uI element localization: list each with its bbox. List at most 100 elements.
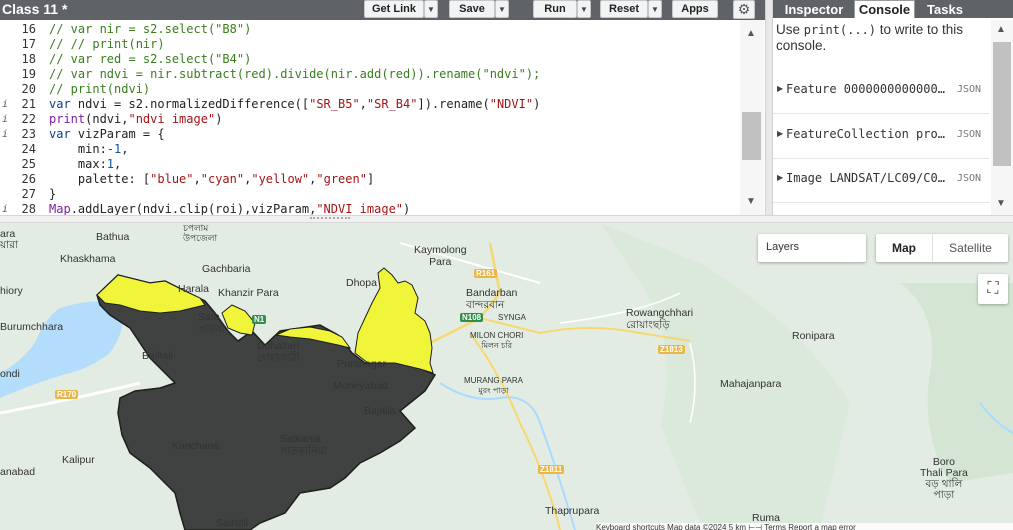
code-line[interactable]: 25 max:1, xyxy=(0,157,740,172)
line-number: 23 xyxy=(21,127,36,141)
console-hint-code: print(...) xyxy=(803,23,877,37)
tab-inspector[interactable]: Inspector xyxy=(775,0,853,18)
console-scroll-thumb[interactable] xyxy=(993,42,1011,166)
map-view[interactable]: Bathua চপলাম উপজেলা Kaymolong Para Khask… xyxy=(0,223,1013,530)
line-number: 16 xyxy=(21,22,36,36)
code-line[interactable]: 20 // print(ndvi) xyxy=(0,82,740,97)
map-label: Bailtali xyxy=(142,350,173,362)
map-label: Harala xyxy=(178,283,209,295)
road-shield: N1 xyxy=(252,315,267,324)
scroll-up-icon[interactable]: ▲ xyxy=(746,28,756,39)
layers-button[interactable]: Layers xyxy=(758,234,866,262)
console-entry[interactable]: ▶ Feature 0000000000000000... JSON xyxy=(773,70,990,114)
code-line[interactable]: 26 palette: ["blue","cyan","yellow","gre… xyxy=(0,172,740,187)
scroll-down-icon[interactable]: ▼ xyxy=(746,196,756,207)
code-line[interactable]: i 23 var vizParam = { xyxy=(0,127,740,142)
json-link[interactable]: JSON xyxy=(957,129,981,140)
vertical-splitter[interactable] xyxy=(765,0,773,216)
code-line[interactable]: 17 // // print(nir) xyxy=(0,37,740,52)
river xyxy=(0,301,124,398)
console-entry[interactable]: ▶ Image LANDSAT/LC09/C02/T1_L2 JSON xyxy=(773,159,990,203)
run-dropdown[interactable]: ▼ xyxy=(577,0,591,18)
code-line[interactable]: i 21 var ndvi = s2.normalizedDifference(["… xyxy=(0,97,740,112)
expand-triangle-icon[interactable]: ▶ xyxy=(777,173,783,182)
apps-button[interactable]: Apps xyxy=(672,0,718,18)
code-text[interactable]: min:-1, xyxy=(49,142,129,157)
gear-icon: ⚙ xyxy=(737,1,751,17)
map-label: Thaprupara xyxy=(545,505,600,517)
run-button[interactable]: Run xyxy=(533,0,577,18)
console-entry[interactable]: ▶ FeatureCollection projects/... JSON xyxy=(773,115,990,159)
expand-triangle-icon[interactable]: ▶ xyxy=(777,84,783,93)
panel-tabs: Inspector Console Tasks xyxy=(773,0,1013,18)
save-dropdown[interactable]: ▼ xyxy=(495,0,509,18)
json-link[interactable]: JSON xyxy=(957,173,981,184)
road-shield: N108 xyxy=(460,313,484,322)
fullscreen-button[interactable]: ⛶ xyxy=(978,274,1008,304)
map-label: Satkania সাতকানিয়া xyxy=(280,433,327,457)
code-text[interactable]: var vizParam = { xyxy=(49,127,165,142)
code-text[interactable]: var ndvi = s2.normalizedDifference(["SR_… xyxy=(49,97,540,112)
reset-button[interactable]: Reset xyxy=(600,0,648,18)
map-label: Bandarban বান্দরবান xyxy=(466,287,518,311)
chevron-down-icon: ▼ xyxy=(427,4,435,14)
fullscreen-icon: ⛶ xyxy=(987,280,999,297)
code-text[interactable]: // print(ndvi) xyxy=(49,82,150,97)
expand-triangle-icon[interactable]: ▶ xyxy=(777,129,783,138)
code-text[interactable]: } xyxy=(49,187,56,202)
line-number: 17 xyxy=(21,37,36,51)
map-label: Burumchhara xyxy=(0,321,64,333)
map-label: hiory xyxy=(0,285,23,297)
console-entry-text[interactable]: FeatureCollection projects/... xyxy=(786,127,948,141)
map-attribution: Keyboard shortcuts Map data ©2024 5 km ⊢… xyxy=(596,523,1013,530)
scroll-down-icon[interactable]: ▼ xyxy=(996,198,1006,209)
code-line[interactable]: 18 // var red = s2.select("B4") xyxy=(0,52,740,67)
map-label: Moneyabad xyxy=(333,380,388,392)
right-panel: Inspector Console Tasks Use print(...) t… xyxy=(773,0,1013,216)
code-text[interactable]: // // print(nir) xyxy=(49,37,165,52)
line-number: 21 xyxy=(21,97,36,111)
console-entry-text[interactable]: Feature 0000000000000000... xyxy=(786,82,948,96)
tab-tasks[interactable]: Tasks xyxy=(919,0,971,18)
json-link[interactable]: JSON xyxy=(957,84,981,95)
get-link-button[interactable]: Get Link xyxy=(364,0,424,18)
console-scrollbar[interactable]: ▲ ▼ xyxy=(991,20,1013,216)
console-entry-text[interactable]: Image LANDSAT/LC09/C02/T1_L2 xyxy=(786,171,948,185)
code-line[interactable]: 19 // var ndvi = nir.subtract(red).divide… xyxy=(0,67,740,82)
scroll-up-icon[interactable]: ▲ xyxy=(996,24,1006,35)
road xyxy=(469,332,561,530)
code-editor[interactable]: 16 // var nir = s2.select("B8") 17 // // pr… xyxy=(0,20,765,216)
get-link-dropdown[interactable]: ▼ xyxy=(424,0,438,18)
map-label: Khanzir Para xyxy=(218,287,279,299)
settings-gear-button[interactable]: ⚙ xyxy=(733,0,755,19)
map-label: MILON CHORI মিলন চরি xyxy=(470,331,524,350)
map-label: Bathua xyxy=(96,231,130,243)
map-type-satellite-button[interactable]: Satellite xyxy=(932,234,1008,262)
code-text[interactable]: max:1, xyxy=(49,157,121,172)
line-number: 20 xyxy=(21,82,36,96)
map-type-map-button[interactable]: Map xyxy=(876,234,932,262)
map-label: চপলাম উপজেলা xyxy=(183,223,218,243)
chevron-down-icon: ▼ xyxy=(498,4,506,14)
code-text[interactable]: print(ndvi,"ndvi image") xyxy=(49,112,222,127)
line-number: 19 xyxy=(21,67,36,81)
code-line[interactable]: i 22 print(ndvi,"ndvi image") xyxy=(0,112,740,127)
code-line[interactable]: 24 min:-1, xyxy=(0,142,740,157)
code-text[interactable]: palette: ["blue","cyan","yellow","green"… xyxy=(49,172,374,187)
reset-dropdown[interactable]: ▼ xyxy=(648,0,662,18)
road-shield: R170 xyxy=(55,390,79,399)
editor-scroll-thumb[interactable] xyxy=(742,112,761,160)
line-number: 24 xyxy=(21,142,36,156)
code-text[interactable]: // var ndvi = nir.subtract(red).divide(n… xyxy=(49,67,540,82)
code-text[interactable]: // var nir = s2.select("B8") xyxy=(49,22,251,37)
script-title[interactable]: Class 11 * xyxy=(2,1,67,17)
splitter-grip[interactable] xyxy=(310,217,350,221)
save-button[interactable]: Save xyxy=(449,0,495,18)
tab-console[interactable]: Console xyxy=(854,0,915,18)
editor-scrollbar[interactable]: ▲ ▼ xyxy=(740,20,764,215)
code-line[interactable]: 16 // var nir = s2.select("B8") xyxy=(0,22,740,37)
code-line[interactable]: 27} xyxy=(0,187,740,202)
horizontal-splitter[interactable] xyxy=(0,215,1013,223)
code-text[interactable]: // var red = s2.select("B4") xyxy=(49,52,251,67)
line-number: 25 xyxy=(21,157,36,171)
